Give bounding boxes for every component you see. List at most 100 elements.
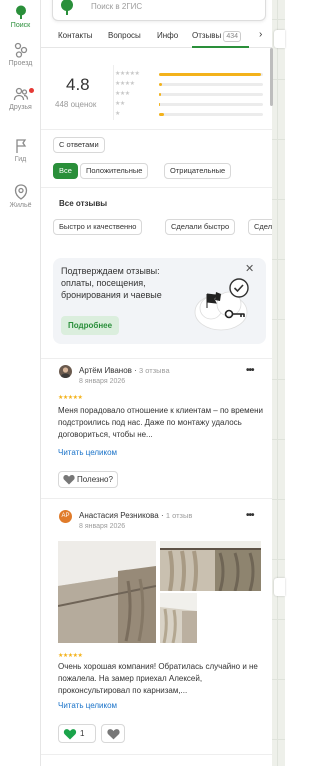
rating-distribution-row: ★★★★	[115, 80, 265, 88]
avatar[interactable]: АР	[59, 510, 72, 523]
heart-icon	[63, 474, 75, 490]
dislike-button[interactable]	[101, 724, 125, 743]
rating-bar	[159, 113, 263, 116]
guide-flag-icon	[13, 138, 29, 154]
rail-item-route[interactable]: Проезд	[0, 42, 41, 67]
tag-chip[interactable]: Сделали быстро	[165, 219, 236, 235]
filter-all[interactable]: Все	[53, 163, 78, 179]
rating-bar-fill	[159, 103, 161, 106]
tag-chip[interactable]: Сдел	[248, 219, 272, 235]
tag-chip[interactable]: Быстро и качественно	[53, 219, 143, 235]
divider	[41, 754, 272, 755]
tab-info[interactable]: Инфо	[157, 31, 178, 40]
review-text: Очень хорошая компания! Обратилась случа…	[58, 662, 258, 695]
rating-bar	[159, 93, 263, 96]
rating-bar	[159, 83, 263, 86]
tabs-scroll-right-icon[interactable]: ›	[259, 29, 262, 40]
search-input[interactable]: Поиск в 2ГИС	[91, 2, 142, 11]
rating-distribution-row: ★	[115, 110, 265, 118]
author-name: Анастасия Резникова	[79, 511, 159, 520]
rating-distribution-row: ★★★★★	[115, 70, 265, 78]
tab-reviews-label: Отзывы	[192, 31, 222, 40]
more-options-icon[interactable]: •••	[246, 510, 254, 521]
rail-item-label: Гид	[14, 156, 27, 163]
star-icon: ★	[115, 111, 120, 117]
rating-bar-fill	[159, 93, 162, 96]
rating-distribution-row: ★★★	[115, 90, 265, 98]
useful-button[interactable]: Полезно?	[58, 471, 118, 488]
review-photo[interactable]	[58, 541, 156, 643]
all-reviews-title: Все отзывы	[59, 199, 108, 208]
review-photo[interactable]	[160, 593, 197, 643]
tab-reviews[interactable]: Отзывы 434	[192, 31, 241, 42]
review-stars: ★★★★★	[58, 395, 83, 401]
reviews-count-badge: 434	[223, 31, 241, 42]
panel-scrollbar[interactable]	[270, 48, 273, 106]
2gis-logo-icon	[60, 0, 74, 20]
avatar[interactable]	[59, 365, 72, 378]
divider	[41, 129, 272, 130]
search-bar[interactable]: Поиск в 2ГИС	[52, 0, 266, 21]
route-icon	[13, 42, 29, 58]
rail-item-search[interactable]: Поиск	[0, 4, 41, 29]
rating-bar	[159, 103, 263, 106]
promo-text: Подтверждаем отзывы: оплаты, посещения, …	[61, 266, 162, 300]
review-date: 8 января 2026	[79, 378, 126, 385]
place-card-panel: Поиск в 2ГИС Контакты Вопросы Инфо Отзыв…	[41, 0, 272, 766]
rating-bar-fill	[159, 73, 261, 76]
verified-reviews-promo: Подтверждаем отзывы: оплаты, посещения, …	[53, 258, 266, 344]
rail-item-label: Проезд	[8, 60, 33, 67]
heart-icon	[107, 728, 120, 746]
map-control-button[interactable]	[274, 578, 285, 596]
review-stars: ★★★★★	[58, 653, 83, 659]
more-options-icon[interactable]: •••	[246, 365, 254, 376]
divider	[41, 187, 272, 188]
left-rail: Поиск Проезд Друзья Гид Жильё	[0, 0, 41, 766]
divider	[41, 498, 272, 499]
divider	[41, 358, 272, 359]
star-icon: ★★★★★	[115, 71, 140, 77]
review-photo[interactable]	[160, 541, 261, 591]
tab-contacts[interactable]: Контакты	[58, 31, 93, 40]
review-date: 8 января 2026	[79, 523, 126, 530]
housing-icon	[13, 184, 29, 200]
rating-bar-fill	[159, 113, 165, 116]
rating-bar	[159, 73, 263, 76]
star-icon: ★★★★	[115, 81, 135, 87]
rail-item-guide[interactable]: Гид	[0, 138, 41, 163]
average-rating: 4.8	[66, 75, 90, 94]
rail-item-housing[interactable]: Жильё	[0, 184, 41, 209]
map-control-button[interactable]	[274, 30, 285, 48]
rail-item-label: Жильё	[9, 202, 32, 209]
friends-icon	[13, 86, 29, 102]
read-more-link[interactable]: Читать целиком	[58, 701, 117, 710]
rating-summary: 4.8 448 оценок ★★★★★ ★★★★ ★★★ ★★ ★	[41, 60, 272, 122]
review-author[interactable]: Артём Иванов · 3 отзыва	[79, 366, 170, 375]
filter-positive[interactable]: Положительные	[80, 163, 149, 179]
filter-with-answers[interactable]: С ответами	[53, 137, 105, 153]
author-name: Артём Иванов	[79, 366, 132, 375]
star-icon: ★★★	[115, 91, 130, 97]
verified-illustration-icon	[191, 270, 259, 343]
useful-label: Полезно?	[77, 475, 113, 484]
tab-questions[interactable]: Вопросы	[108, 31, 141, 40]
map-area[interactable]	[272, 0, 285, 766]
rail-item-friends[interactable]: Друзья	[0, 86, 41, 111]
review-text: Меня порадовало отношение к клиентам – п…	[58, 406, 263, 439]
ratings-count: 448 оценок	[55, 100, 97, 109]
author-reviews-count: 3 отзыва	[139, 366, 170, 375]
review-author[interactable]: Анастасия Резникова · 1 отзыв	[79, 511, 192, 520]
like-button[interactable]: 1	[58, 724, 96, 743]
heart-icon	[63, 728, 77, 746]
card-tabs: Контакты Вопросы Инфо Отзывы 434 ›	[41, 26, 272, 48]
author-reviews-count: 1 отзыв	[165, 511, 193, 520]
rail-item-label: Поиск	[10, 22, 31, 29]
promo-more-button[interactable]: Подробнее	[61, 316, 120, 335]
read-more-link[interactable]: Читать целиком	[58, 448, 117, 457]
rail-item-label: Друзья	[9, 104, 32, 111]
filter-negative[interactable]: Отрицательные	[164, 163, 232, 179]
notification-dot	[29, 88, 34, 93]
star-icon: ★★	[115, 101, 125, 107]
rating-distribution-row: ★★	[115, 100, 265, 108]
active-tab-indicator	[192, 46, 249, 48]
